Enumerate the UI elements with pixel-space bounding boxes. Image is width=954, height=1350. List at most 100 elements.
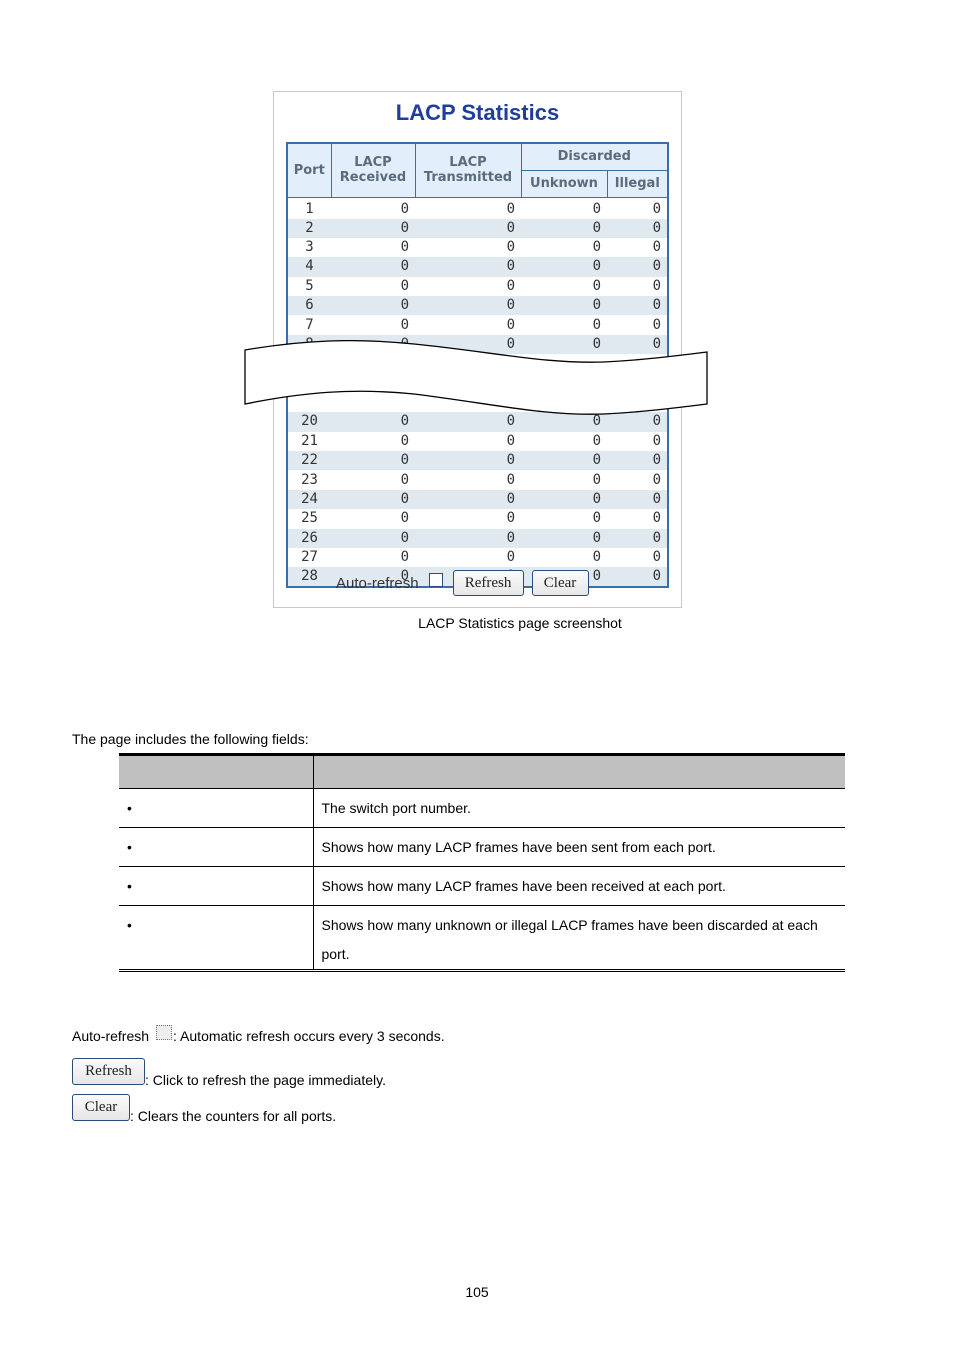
fields-header-description (313, 754, 845, 789)
cell-unknown: 0 (592, 239, 601, 256)
cell-port: 26 (287, 528, 331, 548)
cell-illegal: 0 (607, 489, 668, 510)
fields-body: • The switch port number. • Shows how many … (119, 788, 845, 972)
col-header-text: Received (339, 170, 407, 186)
cell-illegal: 0 (607, 257, 668, 277)
cell-lacp-transmitted: 0 (506, 277, 515, 294)
cell-illegal: 0 (607, 218, 668, 238)
cell-illegal: 0 (652, 471, 661, 488)
cell-lacp-transmitted: 0 (415, 257, 521, 277)
col-header-lacp-transmitted: LACP Transmitted (414, 142, 522, 198)
cell-lacp-transmitted: 0 (415, 528, 521, 548)
field-row: • The switch port number. (119, 788, 845, 828)
cell-illegal: 0 (607, 567, 668, 588)
legend-refresh-desc: : Click to refresh the page immediately. (145, 1071, 386, 1088)
cell-port: 1 (305, 200, 314, 217)
cell-illegal: 0 (652, 239, 661, 256)
cell-port: 5 (305, 277, 314, 294)
cell-lacp-received: 0 (400, 200, 409, 217)
legend-clear-desc: : Clears the counters for all ports. (130, 1107, 337, 1124)
field-description: Shows how many unknown or illegal LACP f… (313, 905, 845, 972)
cell-lacp-received: 0 (400, 239, 409, 256)
table-row: 20000 (287, 218, 668, 238)
cell-unknown: 0 (521, 257, 607, 277)
cell-illegal: 0 (607, 528, 668, 548)
cell-illegal: 0 (652, 549, 661, 566)
cell-lacp-transmitted: 0 (506, 432, 515, 449)
table-row: 26 0 0 0 0 (287, 528, 668, 548)
clear-button[interactable]: Clear (531, 570, 589, 596)
table-row: 25 0 0 0 0 (287, 509, 668, 528)
cell-unknown: 0 (521, 528, 607, 548)
cell-lacp-transmitted: 0 (415, 451, 521, 471)
cell-lacp-received: 0 (400, 549, 409, 566)
col-header-discarded: Discarded (520, 142, 669, 171)
cell-lacp-transmitted: 0 (415, 218, 521, 238)
col-header-lacp-received: LACP Received (330, 142, 416, 198)
table-row: 21 0 0 0 0 (287, 432, 668, 451)
cell-lacp-received: 0 (331, 528, 415, 548)
cell-port: 22 (287, 451, 331, 471)
cell-illegal: 0 (652, 432, 661, 449)
bullet-icon: • (127, 800, 132, 816)
fields-table: • The switch port number. • Shows how many … (119, 753, 845, 972)
legend-auto-refresh-label: Auto-refresh (72, 1028, 150, 1044)
legend-refresh: Refresh : Click to refresh the page imme… (72, 1058, 386, 1088)
table-row: 40000 (287, 257, 668, 277)
auto-refresh-checkbox[interactable] (428, 573, 443, 587)
auto-refresh-label: Auto-refresh (336, 574, 419, 592)
cell-lacp-transmitted: 0 (506, 549, 515, 566)
cell-illegal: 0 (607, 451, 668, 471)
cell-illegal: 0 (652, 200, 661, 217)
col-header-unknown: Unknown (520, 169, 608, 198)
cell-port: 25 (301, 510, 318, 527)
field-object-cell: • (119, 905, 314, 972)
page-title: LACP Statistics (395, 100, 560, 125)
page-number: 105 (465, 1284, 489, 1300)
cell-lacp-received: 0 (331, 218, 415, 238)
field-object-cell: • (119, 827, 314, 867)
table-row: 27 0 0 0 0 (287, 548, 668, 567)
legend-clear: Clear : Clears the counters for all port… (72, 1094, 337, 1124)
cell-unknown: 0 (592, 432, 601, 449)
cell-unknown: 0 (521, 489, 607, 510)
field-row: • Shows how many unknown or illegal LACP … (119, 905, 845, 972)
cell-unknown: 0 (592, 549, 601, 566)
cell-lacp-transmitted: 0 (415, 296, 521, 316)
legend-auto-refresh-desc: : Automatic refresh occurs every 3 secon… (173, 1028, 445, 1044)
legend-auto-refresh: Auto-refresh : Automatic refresh occurs … (72, 1024, 445, 1044)
col-header-illegal: Illegal (606, 169, 669, 198)
cell-lacp-transmitted: 0 (506, 239, 515, 256)
cell-port: 23 (301, 471, 318, 488)
cell-lacp-received: 0 (400, 316, 409, 333)
cell-unknown: 0 (521, 451, 607, 471)
cell-port: 28 (287, 567, 331, 588)
refresh-button[interactable]: Refresh (452, 570, 524, 596)
table-row: 1 0 0 0 0 (287, 197, 668, 219)
col-header-port: Port (286, 142, 332, 198)
field-description: The switch port number. (313, 788, 845, 828)
cell-port: 27 (301, 549, 318, 566)
table-row: 22 0 0 0 0 (287, 451, 668, 471)
field-row: • Shows how many LACP frames have been re… (119, 866, 845, 906)
table-row: 23 0 0 0 0 (287, 470, 668, 489)
cell-port: 24 (287, 489, 331, 510)
field-object-cell: • (119, 866, 314, 906)
cell-illegal: 0 (652, 277, 661, 294)
cell-lacp-received: 0 (400, 277, 409, 294)
cell-lacp-transmitted: 0 (506, 471, 515, 488)
col-header-text: Transmitted (423, 170, 513, 186)
cell-port: 21 (301, 432, 318, 449)
cell-lacp-received: 0 (331, 257, 415, 277)
fields-header-object (119, 754, 314, 789)
bullet-icon: • (127, 917, 132, 933)
cell-illegal: 0 (652, 510, 661, 527)
table-row: 24 0 0 0 0 (287, 489, 668, 510)
col-header-text: LACP (449, 155, 487, 171)
table-row: 7 0 0 0 0 (287, 315, 668, 334)
cell-lacp-received: 0 (331, 489, 415, 510)
cell-unknown: 0 (521, 218, 607, 238)
cell-illegal: 0 (607, 296, 668, 316)
field-object-cell: • (119, 788, 314, 828)
table-row: 5 0 0 0 0 (287, 277, 668, 296)
